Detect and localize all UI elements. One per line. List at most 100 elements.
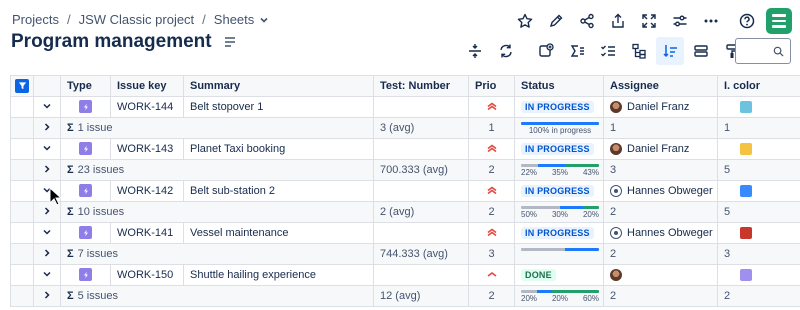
column-header-assignee[interactable]: Assignee bbox=[603, 75, 718, 97]
issue-row[interactable]: WORK-144 Belt stopover 1 IN PROGRESS Daniel… bbox=[10, 96, 800, 118]
group-assignee-count: 3 bbox=[603, 159, 718, 181]
help-icon[interactable] bbox=[734, 8, 760, 34]
group-test-avg: 3 (avg) bbox=[373, 117, 469, 139]
more-icon[interactable] bbox=[698, 8, 724, 34]
fullscreen-icon[interactable] bbox=[636, 8, 662, 34]
collapse-chevron-icon[interactable] bbox=[33, 264, 61, 286]
status-cell[interactable]: IN PROGRESS bbox=[514, 180, 604, 202]
color-cell[interactable] bbox=[717, 264, 800, 286]
group-assignee-count: 2 bbox=[603, 201, 718, 223]
color-cell[interactable] bbox=[717, 180, 800, 202]
expand-chevron-icon[interactable] bbox=[33, 285, 61, 307]
issue-row[interactable]: WORK-143 Planet Taxi booking IN PROGRESS Da… bbox=[10, 138, 800, 160]
column-header-test-number[interactable]: Test: Number bbox=[373, 75, 469, 97]
hierarchy-icon[interactable] bbox=[625, 37, 653, 65]
group-count-cell: Σ5 issues bbox=[60, 285, 374, 307]
breadcrumb-projects[interactable]: Projects bbox=[12, 12, 59, 27]
color-swatch bbox=[740, 101, 752, 114]
header-row: Type Issue key Summary Test: Number Prio… bbox=[10, 75, 800, 97]
group-summary-row[interactable]: Σ1 issue 3 (avg) 1 100% in progress 1 1 bbox=[10, 117, 800, 139]
progress-label: 30% bbox=[551, 210, 568, 219]
column-header-summary[interactable]: Summary bbox=[183, 75, 374, 97]
expand-chevron-icon[interactable] bbox=[33, 159, 61, 181]
column-header-type[interactable]: Type bbox=[60, 75, 111, 97]
refresh-icon[interactable] bbox=[492, 37, 520, 65]
progress-segment bbox=[565, 248, 599, 251]
sum-icon[interactable] bbox=[563, 37, 591, 65]
sort-icon[interactable] bbox=[656, 37, 684, 65]
column-header-issue-key[interactable]: Issue key bbox=[110, 75, 184, 97]
progress-bar: 20% 20% 60% bbox=[521, 287, 599, 305]
group-summary-row[interactable]: Σ7 issues 744.333 (avg) 3 2 3 bbox=[10, 243, 800, 265]
progress-label: 20% bbox=[521, 294, 538, 303]
priority-highest-icon bbox=[468, 138, 515, 160]
row-gutter bbox=[10, 222, 34, 244]
issue-summary[interactable]: Shuttle hailing experience bbox=[183, 264, 374, 286]
app-logo[interactable] bbox=[766, 8, 792, 34]
checklist-icon[interactable] bbox=[594, 37, 622, 65]
group-summary-row[interactable]: Σ 23 issues 700.333 (avg) 2 22% 35% 43% 3 5 bbox=[10, 159, 800, 181]
progress-segment bbox=[583, 206, 599, 209]
collapse-chevron-icon[interactable] bbox=[33, 138, 61, 160]
epic-bolt-icon bbox=[79, 100, 92, 114]
breadcrumb-sheets[interactable]: Sheets bbox=[214, 12, 254, 27]
issue-summary[interactable]: Belt sub-station 2 bbox=[183, 180, 374, 202]
group-color-count: 3 bbox=[717, 243, 800, 265]
menu-icon[interactable] bbox=[224, 36, 236, 48]
progress-label: 35% bbox=[551, 168, 568, 177]
group-rows-icon[interactable] bbox=[687, 37, 715, 65]
color-cell[interactable] bbox=[717, 138, 800, 160]
status-badge: IN PROGRESS bbox=[521, 101, 594, 113]
assignee-cell[interactable]: Hannes Obweger bbox=[603, 222, 718, 244]
issue-row[interactable]: WORK-150 Shuttle hailing experience DONE bbox=[10, 264, 800, 286]
issue-key[interactable]: WORK-150 bbox=[110, 264, 184, 286]
group-count-cell: Σ 10 issues bbox=[60, 201, 374, 223]
add-view-icon[interactable] bbox=[532, 37, 560, 65]
assignee-cell[interactable]: Hannes Obweger bbox=[603, 180, 718, 202]
group-progress-cell: 50% 30% 20% bbox=[514, 201, 604, 223]
collapse-chevron-icon[interactable] bbox=[33, 96, 61, 118]
star-icon[interactable] bbox=[512, 8, 538, 34]
filter-header[interactable] bbox=[10, 75, 34, 97]
color-cell[interactable] bbox=[717, 96, 800, 118]
search-input[interactable] bbox=[740, 42, 774, 60]
issue-row[interactable]: WORK-142 Belt sub-station 2 IN PROGRESS Han… bbox=[10, 180, 800, 202]
row-height-icon[interactable] bbox=[461, 37, 489, 65]
issue-key[interactable]: WORK-141 bbox=[110, 222, 184, 244]
breadcrumb-project[interactable]: JSW Classic project bbox=[79, 12, 195, 27]
issue-key[interactable]: WORK-142 bbox=[110, 180, 184, 202]
page-title-row: Program management bbox=[11, 31, 236, 53]
assignee-cell[interactable]: Daniel Franz bbox=[603, 138, 718, 160]
group-summary-row[interactable]: Σ5 issues 12 (avg) 2 20% 20% 60% 2 2 bbox=[10, 285, 800, 307]
issue-row[interactable]: WORK-141 Vessel maintenance IN PROGRESS Han… bbox=[10, 222, 800, 244]
edit-pencil-icon[interactable] bbox=[543, 8, 569, 34]
status-cell[interactable]: IN PROGRESS bbox=[514, 138, 604, 160]
settings-sliders-icon[interactable] bbox=[667, 8, 693, 34]
filter-icon[interactable] bbox=[15, 78, 29, 93]
collapse-chevron-icon[interactable] bbox=[33, 222, 61, 244]
issue-summary[interactable]: Planet Taxi booking bbox=[183, 138, 374, 160]
column-header-status[interactable]: Status bbox=[514, 75, 604, 97]
search-field[interactable] bbox=[735, 38, 791, 64]
group-summary-row[interactable]: Σ 10 issues 2 (avg) 2 50% 30% 20% 2 5 bbox=[10, 201, 800, 223]
issue-key[interactable]: WORK-143 bbox=[110, 138, 184, 160]
expand-chevron-icon[interactable] bbox=[33, 117, 61, 139]
export-icon[interactable] bbox=[605, 8, 631, 34]
column-header-i-color[interactable]: I. color bbox=[717, 75, 800, 97]
column-header-prio[interactable]: Prio bbox=[468, 75, 515, 97]
issue-summary[interactable]: Vessel maintenance bbox=[183, 222, 374, 244]
assignee-cell[interactable]: Daniel Franz bbox=[603, 96, 718, 118]
expand-chevron-icon[interactable] bbox=[33, 243, 61, 265]
status-cell[interactable]: IN PROGRESS bbox=[514, 222, 604, 244]
chevron-down-icon[interactable] bbox=[259, 15, 269, 25]
color-swatch bbox=[740, 143, 752, 156]
issue-key[interactable]: WORK-144 bbox=[110, 96, 184, 118]
status-cell[interactable]: DONE bbox=[514, 264, 604, 286]
issue-summary[interactable]: Belt stopover 1 bbox=[183, 96, 374, 118]
status-cell[interactable]: IN PROGRESS bbox=[514, 96, 604, 118]
epic-bolt-icon bbox=[79, 268, 92, 282]
assignee-cell[interactable] bbox=[603, 264, 718, 286]
share-icon[interactable] bbox=[574, 8, 600, 34]
group-color-count: 5 bbox=[717, 201, 800, 223]
color-cell[interactable] bbox=[717, 222, 800, 244]
